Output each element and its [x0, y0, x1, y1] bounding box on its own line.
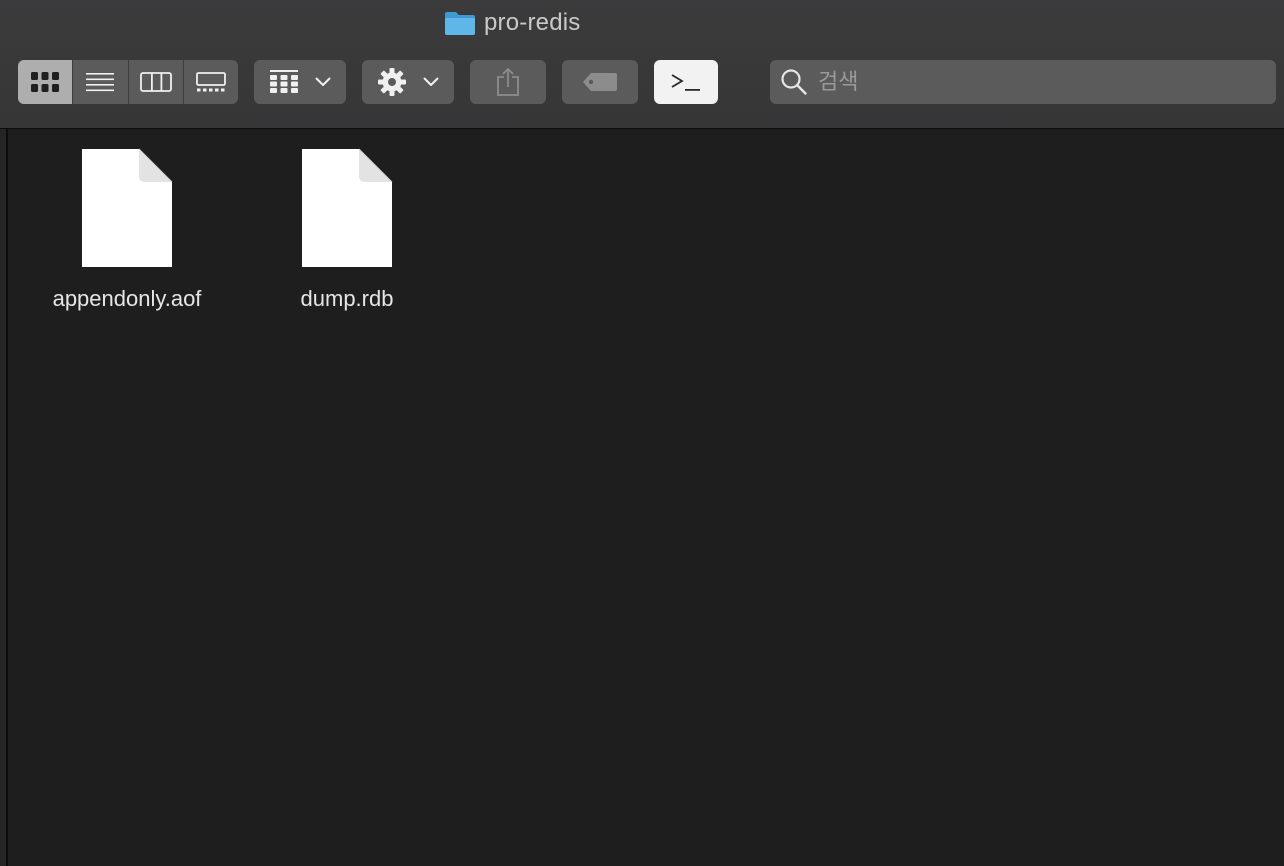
folder-icon	[445, 12, 475, 35]
tag-button[interactable]	[562, 60, 638, 104]
grid-icon	[31, 72, 60, 92]
columns-icon	[139, 72, 172, 92]
gear-icon	[378, 68, 406, 96]
tag-icon	[583, 73, 617, 91]
window-title: pro-redis	[444, 8, 581, 38]
terminal-button[interactable]	[654, 60, 718, 104]
list-view-button[interactable]	[73, 60, 129, 104]
column-view-button[interactable]	[129, 60, 184, 104]
share-button[interactable]	[470, 60, 546, 104]
finder-window: pro-redis 검색 appendonly.aof dump.rdb	[0, 0, 1284, 866]
icon-view-button[interactable]	[18, 60, 74, 104]
search-field[interactable]	[770, 60, 1276, 104]
search-input[interactable]	[816, 68, 1260, 96]
group-by-button[interactable]	[254, 60, 346, 104]
titlebar: pro-redis	[0, 0, 1284, 129]
document-icon	[82, 148, 173, 267]
sidebar-edge[interactable]	[0, 129, 8, 866]
terminal-icon	[671, 74, 700, 91]
chevron-down-icon	[423, 77, 439, 86]
view-mode-switcher	[18, 60, 238, 104]
file-name: appendonly.aof	[52, 286, 202, 311]
window-title-text: pro-redis	[484, 9, 581, 36]
file-item[interactable]: appendonly.aof	[27, 148, 227, 312]
group-grid-icon	[270, 70, 298, 93]
action-button[interactable]	[362, 60, 454, 104]
search-icon	[781, 69, 807, 95]
file-name: dump.rdb	[300, 286, 394, 311]
share-icon	[497, 67, 519, 96]
document-icon	[302, 148, 393, 267]
gallery-view-button[interactable]	[184, 60, 238, 104]
gallery-icon	[195, 72, 226, 92]
chevron-down-icon	[315, 77, 331, 86]
file-item[interactable]: dump.rdb	[247, 148, 447, 312]
list-icon	[86, 73, 115, 92]
file-area: appendonly.aof dump.rdb	[10, 130, 1284, 866]
